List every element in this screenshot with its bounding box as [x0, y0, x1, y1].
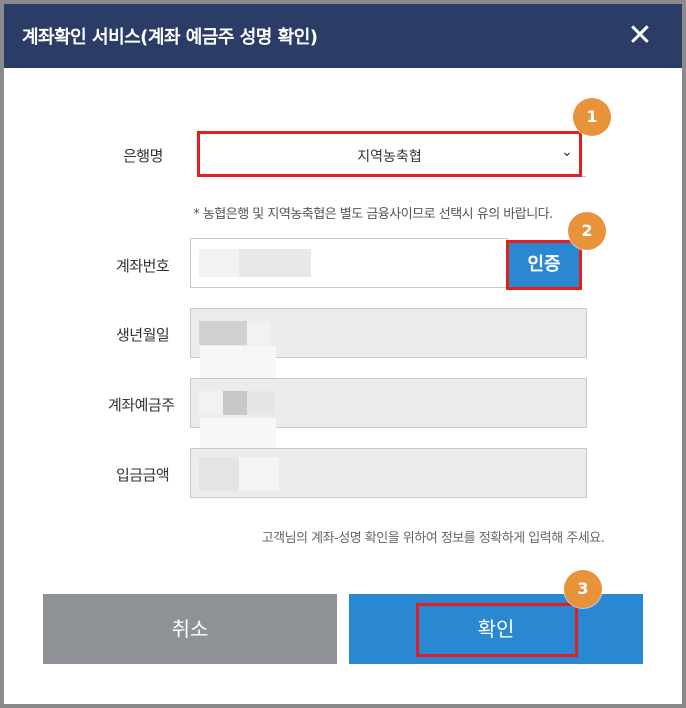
masked-text [199, 391, 223, 415]
step-marker-2: 2 [568, 212, 606, 250]
masked-text [247, 391, 275, 415]
deposit-label: 입금금액 [116, 466, 170, 484]
masked-overlay [200, 346, 276, 380]
dialog-header: 계좌확인 서비스(계좌 예금주 성명 확인) ✕ [4, 4, 682, 68]
account-label: 계좌번호 [116, 257, 170, 275]
step-marker-3: 3 [564, 570, 602, 608]
select-border [582, 131, 586, 177]
chevron-down-icon: ⌄ [561, 144, 573, 160]
account-verification-dialog: 계좌확인 서비스(계좌 예금주 성명 확인) ✕ 은행명 지역농축협 ⌄ * 농… [4, 4, 682, 704]
dialog-title: 계좌확인 서비스(계좌 예금주 성명 확인) [22, 27, 318, 48]
masked-text [239, 249, 311, 277]
masked-text [223, 391, 247, 415]
masked-text [247, 321, 271, 345]
masked-text [199, 321, 247, 345]
deposit-amount-input[interactable] [190, 448, 587, 498]
masked-overlay [200, 418, 276, 448]
guide-text: 고객님의 계좌-성명 확인을 위하여 정보를 정확하게 입력해 주세요. [261, 531, 605, 546]
close-icon[interactable]: ✕ [620, 16, 660, 56]
holder-label: 계좌예금주 [108, 396, 175, 414]
bank-label: 은행명 [123, 147, 163, 165]
masked-text [239, 457, 279, 491]
cancel-button[interactable]: 취소 [43, 594, 337, 664]
birth-label: 생년월일 [116, 326, 170, 344]
confirm-button[interactable]: 확인 [349, 594, 643, 664]
step-marker-1: 1 [573, 98, 611, 136]
bank-selected-value: 지역농축협 [357, 149, 422, 165]
masked-text [199, 457, 239, 491]
masked-text [199, 249, 239, 277]
bank-select[interactable]: 지역농축협 ⌄ [197, 131, 582, 177]
verify-button[interactable]: 인증 [506, 240, 582, 290]
account-number-input[interactable] [190, 238, 508, 288]
